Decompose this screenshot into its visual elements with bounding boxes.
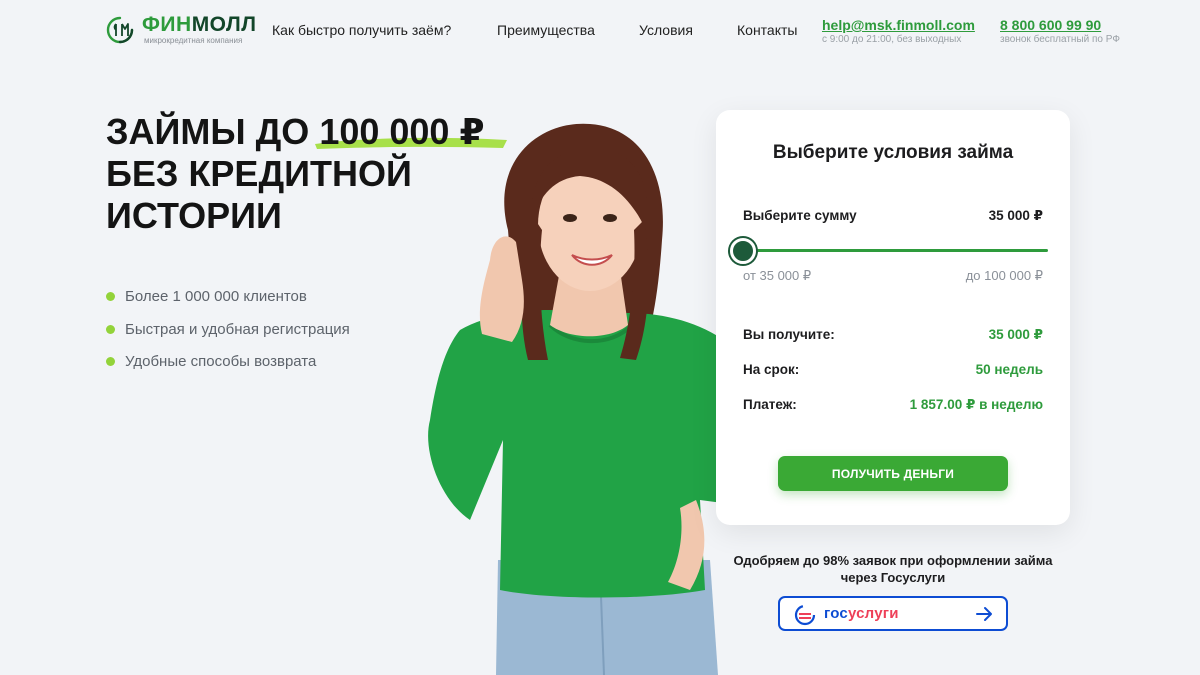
payment-label: Платеж: (743, 397, 797, 412)
range-max: до 100 000 ₽ (965, 268, 1043, 283)
phone-note: звонок бесплатный по РФ (1000, 34, 1120, 45)
email-hours: с 9:00 до 21:00, без выходных (822, 34, 962, 45)
email-contact: help@msk.finmoll.com с 9:00 до 21:00, бе… (822, 17, 975, 47)
hero-woman-image (428, 123, 743, 675)
receive-value: 35 000 ₽ (988, 327, 1043, 342)
phone-contact: 8 800 600 99 90 звонок бесплатный по РФ (1000, 17, 1120, 47)
nav-item-how-to-get-loan[interactable]: Как быстро получить заём? (272, 22, 451, 38)
logo-subtitle: микрокредитная компания (144, 36, 243, 45)
logo-name: ФИНМОЛЛ (142, 13, 257, 36)
amount-range: от 35 000 ₽ до 100 000 ₽ (743, 268, 1043, 284)
receive-label: Вы получите: (743, 327, 835, 342)
nav-item-conditions[interactable]: Условия (639, 22, 693, 38)
benefits-list: Более 1 000 000 клиентов Быстрая и удобн… (106, 287, 350, 385)
payment-row: Платеж: 1 857.00 ₽ в неделю (743, 397, 1043, 413)
gosuslugi-button[interactable]: госуслуги (778, 596, 1008, 631)
term-row: На срок: 50 недель (743, 362, 1043, 377)
card-title: Выберите условия займа (772, 142, 1014, 163)
gosuslugi-logo-icon (794, 604, 816, 626)
slider-track[interactable] (744, 249, 1048, 252)
loan-calculator-card: Выберите условия займа Выберите сумму 35… (716, 110, 1070, 525)
benefit-item: Более 1 000 000 клиентов (106, 287, 350, 307)
nav-item-advantages[interactable]: Преимущества (497, 22, 595, 38)
site-header: ФИНМОЛЛ микрокредитная компания Как быст… (0, 0, 1200, 62)
receive-row: Вы получите: 35 000 ₽ (743, 327, 1043, 343)
payment-value: 1 857.00 ₽ в неделю (909, 397, 1043, 412)
nav-item-contacts[interactable]: Контакты (737, 22, 797, 38)
approval-text: Одобряем до 98% заявок при оформлении за… (733, 553, 1053, 585)
term-value: 50 недель (975, 362, 1043, 377)
slider-thumb[interactable] (730, 238, 756, 264)
benefit-item: Быстрая и удобная регистрация (106, 320, 350, 340)
amount-row: Выберите сумму 35 000 ₽ (743, 208, 1043, 224)
term-label: На срок: (743, 362, 800, 377)
amount-label: Выберите сумму (743, 208, 857, 223)
email-link[interactable]: help@msk.finmoll.com (822, 17, 975, 33)
finmoll-logo-icon (106, 16, 134, 44)
gosuslugi-label: госуслуги (824, 605, 899, 622)
benefit-item: Удобные способы возврата (106, 352, 350, 372)
range-min: от 35 000 ₽ (743, 268, 812, 283)
logo[interactable]: ФИНМОЛЛ микрокредитная компания (106, 14, 256, 46)
phone-link[interactable]: 8 800 600 99 90 (1000, 17, 1120, 33)
get-money-button[interactable]: ПОЛУЧИТЬ ДЕНЬГИ (778, 456, 1008, 491)
amount-slider[interactable] (730, 238, 1048, 264)
arrow-right-icon (976, 607, 992, 621)
headline-prefix: ЗАЙМЫ ДО (106, 111, 320, 152)
amount-value: 35 000 ₽ (988, 208, 1043, 223)
